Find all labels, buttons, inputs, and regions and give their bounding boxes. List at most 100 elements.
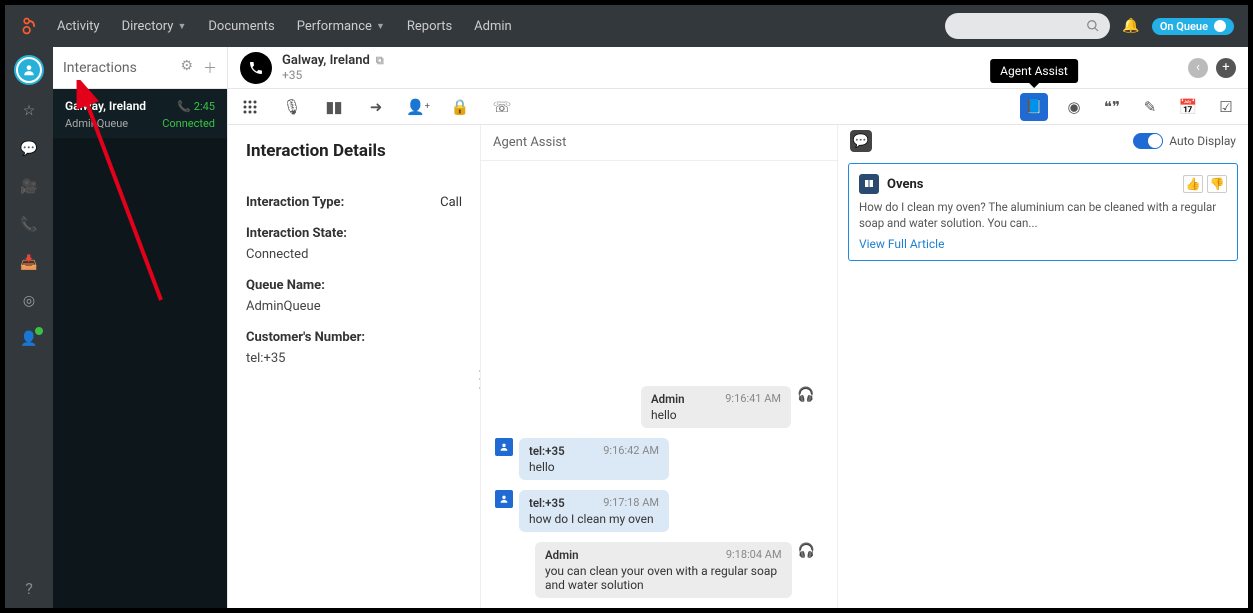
message-bubble: tel:+35 9:16:42 AM hello (519, 438, 669, 480)
nav-items: Activity Directory▼ Documents Performanc… (57, 19, 512, 34)
agent-assist-button[interactable]: Agent Assist 📘 (1020, 93, 1048, 121)
profile-icon[interactable]: ◉ (1062, 95, 1086, 119)
message-sender: tel:+35 (529, 444, 565, 458)
interactions-header: Interactions ⚙ ＋ (53, 47, 227, 89)
nav-documents[interactable]: Documents (208, 19, 274, 34)
detail-type-label: Interaction Type: (246, 195, 344, 210)
video-icon[interactable]: 🎥 (19, 177, 39, 197)
add-button[interactable]: + (1216, 58, 1236, 78)
chat-message: tel:+35 9:16:42 AM hello (495, 438, 775, 480)
interactions-title: Interactions (63, 60, 137, 76)
detail-cust-value: tel:+35 (246, 351, 462, 366)
nav-label: Directory (122, 19, 174, 34)
message-text: hello (651, 408, 781, 422)
favorites-icon[interactable]: ☆ (19, 101, 39, 121)
nav-reports[interactable]: Reports (407, 19, 452, 34)
hangup-icon[interactable]: ☏ (490, 95, 514, 119)
nav-performance[interactable]: Performance▼ (297, 19, 385, 34)
nav-directory[interactable]: Directory▼ (122, 19, 187, 34)
call-toolbar: 🎙 ▮▮ ➜ 👤+ 🔒 ☏ Agent Assist 📘 ◉ ❝❞ ✎ 📅 ☑ (228, 89, 1248, 125)
copy-icon[interactable]: ⧉ (376, 54, 384, 67)
chat-message: 🎧 Admin9:18:04 AMyou can clean your oven … (535, 542, 815, 598)
gear-icon[interactable]: ⚙ (180, 58, 193, 78)
message-sender: Admin (545, 548, 579, 562)
secure-icon[interactable]: 🔒 (448, 95, 472, 119)
message-time: 9:17:18 AM (603, 496, 659, 510)
interaction-state: Connected (162, 117, 215, 130)
call-header: Galway, Ireland ⧉ +35 ‹ + (228, 47, 1248, 89)
phone-icon[interactable]: 📞 (19, 215, 39, 235)
message-sender: Admin (651, 392, 685, 406)
chat-body[interactable]: 🎧 Admin 9:16:41 AM hello tel:+35 9:16:42 AM he… (481, 161, 837, 608)
caller-number: +35 (282, 68, 384, 82)
resize-handle[interactable] (477, 367, 481, 393)
interaction-duration: 📞 2:45 (177, 100, 215, 113)
chat-header: Agent Assist (481, 125, 837, 161)
person-icon (495, 438, 513, 456)
checklist-icon[interactable]: ☑ (1214, 95, 1238, 119)
message-text: you can clean your oven with a regular s… (545, 564, 782, 592)
message-time: 9:16:42 AM (603, 444, 659, 458)
notifications-icon[interactable]: 🔔 (1122, 18, 1139, 34)
detail-queue-label: Queue Name: (246, 278, 462, 293)
notes-icon[interactable]: ✎ (1138, 95, 1162, 119)
article-icon (859, 174, 879, 194)
auto-display-label: Auto Display (1169, 134, 1236, 148)
inbox-icon[interactable]: 📥 (19, 253, 39, 273)
details-heading: Interaction Details (246, 141, 462, 161)
help-icon[interactable]: ? (19, 578, 39, 598)
view-full-article-link[interactable]: View Full Article (859, 237, 944, 251)
headset-icon: 🎧 (797, 386, 815, 404)
assist-chat-icon[interactable]: 💬 (850, 130, 872, 152)
interaction-card[interactable]: Galway, Ireland 📞 2:45 AdminQueue Connec… (53, 89, 227, 138)
interaction-queue: AdminQueue (65, 117, 128, 130)
message-bubble: Admin9:18:04 AMyou can clean your oven w… (535, 542, 792, 598)
settings-ring-icon[interactable]: ◎ (19, 291, 39, 311)
message-bubble: tel:+359:17:18 AMhow do I clean my oven (519, 490, 669, 532)
detail-queue-value: AdminQueue (246, 299, 462, 314)
knowledge-title: Ovens (887, 177, 923, 192)
chat-icon[interactable]: 💬 (19, 139, 39, 159)
nav-label: Admin (474, 19, 512, 34)
agent-assist-tooltip: Agent Assist (990, 59, 1078, 83)
search-icon (1086, 19, 1100, 33)
message-time: 9:16:41 AM (725, 392, 781, 406)
interaction-details: Interaction Details Interaction Type: Ca… (228, 125, 481, 608)
headset-icon: 🎧 (798, 542, 815, 560)
user-avatar[interactable] (16, 57, 42, 83)
caller-name: Galway, Ireland (282, 53, 370, 69)
message-text: hello (529, 460, 659, 474)
status-toggle[interactable]: On Queue (1152, 18, 1234, 35)
nav-activity[interactable]: Activity (57, 19, 100, 34)
chevron-down-icon: ▼ (177, 21, 186, 32)
schedule-icon[interactable]: 📅 (1176, 95, 1200, 119)
detail-state-label: Interaction State: (246, 226, 462, 241)
agent-icon[interactable]: 👤 (19, 329, 39, 349)
top-nav: Activity Directory▼ Documents Performanc… (5, 5, 1248, 47)
left-rail: ☆ 💬 🎥 📞 📥 ◎ 👤 ? (5, 47, 53, 608)
dialpad-icon[interactable] (238, 95, 262, 119)
add-icon[interactable]: ＋ (203, 58, 217, 78)
toggle-knob (1214, 20, 1226, 32)
transfer-icon[interactable]: ➜ (364, 95, 388, 119)
auto-display-toggle[interactable]: Auto Display (1133, 133, 1236, 149)
thumbs-up-icon[interactable]: 👍 (1183, 175, 1203, 193)
chat-message: 🎧 Admin 9:16:41 AM hello (641, 386, 815, 428)
thumbs-down-icon[interactable]: 👎 (1207, 175, 1227, 193)
mute-icon[interactable]: 🎙 (280, 95, 304, 119)
add-person-icon[interactable]: 👤+ (406, 95, 430, 119)
nav-label: Performance (297, 19, 372, 34)
knowledge-snippet: How do I clean my oven? The aluminium ca… (859, 200, 1227, 231)
quote-icon[interactable]: ❝❞ (1100, 95, 1124, 119)
message-bubble: Admin 9:16:41 AM hello (641, 386, 791, 428)
status-label: On Queue (1160, 20, 1208, 33)
nav-label: Reports (407, 19, 452, 34)
detail-cust-label: Customer's Number: (246, 330, 462, 345)
search-input[interactable] (945, 13, 1110, 39)
call-type-icon (240, 52, 272, 84)
app-logo (19, 15, 41, 37)
message-sender: tel:+35 (529, 496, 565, 510)
hold-icon[interactable]: ▮▮ (322, 95, 346, 119)
back-button[interactable]: ‹ (1188, 58, 1208, 78)
nav-admin[interactable]: Admin (474, 19, 512, 34)
